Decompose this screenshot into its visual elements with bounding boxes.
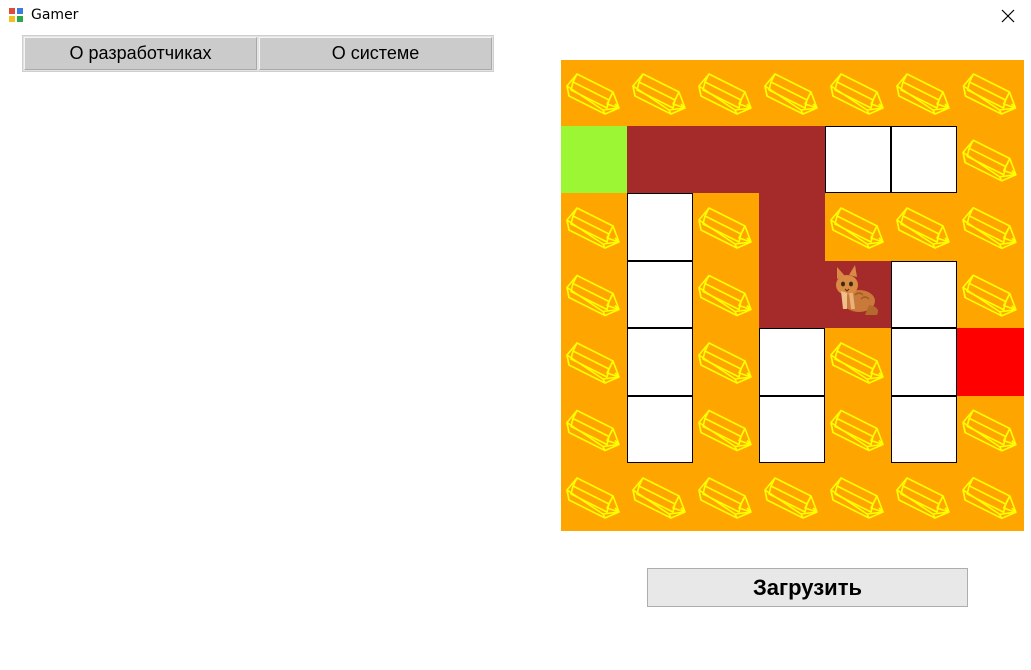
path-cell[interactable] [825,126,891,193]
wall-tile [957,261,1024,328]
wall-tile [693,261,759,328]
close-button[interactable] [985,0,1031,32]
pencil-icon [764,73,818,115]
pencil-icon [698,477,752,519]
path-cell[interactable] [891,396,957,463]
wall-tile [693,328,759,396]
visited-cell[interactable] [759,261,825,328]
pencil-icon [632,73,686,115]
path-cell[interactable] [627,396,693,463]
visited-cell[interactable] [759,193,825,261]
pencil-icon [698,274,752,317]
path-cell[interactable] [891,126,957,193]
pencil-icon [698,207,752,249]
wall-tile [957,463,1024,531]
path-cell[interactable] [891,261,957,328]
path-cell[interactable] [759,328,825,396]
path-cell[interactable] [627,193,693,261]
title-bar: Gamer [0,0,1031,32]
pencil-icon [698,342,752,384]
pencil-icon [962,139,1017,182]
pencil-icon [566,73,620,115]
pencil-icon [764,477,818,519]
path-cell[interactable] [891,328,957,396]
wall-tile [561,193,627,261]
wall-tile [693,463,759,531]
wall-tile [891,60,957,126]
wall-tile [627,463,693,531]
pencil-icon [962,73,1017,115]
wall-tile [561,463,627,531]
pencil-icon [962,274,1017,317]
window-title: Gamer [31,7,79,23]
wall-tile [825,328,891,396]
maze-board [561,60,1024,531]
pencil-icon [632,477,686,519]
wall-tile [957,396,1024,463]
wall-tile [693,60,759,126]
pencil-icon [962,206,1017,250]
wall-tile [693,396,759,463]
pencil-icon [566,409,620,452]
wall-tile [825,60,891,126]
pencil-icon [830,73,884,115]
pencil-icon [830,207,884,249]
pencil-icon [962,409,1017,452]
pencil-icon [698,73,752,115]
wall-tile [627,60,693,126]
pencil-icon [896,207,950,249]
app-icon [9,8,23,22]
wall-tile [825,463,891,531]
pencil-icon [698,409,752,452]
wall-tile [759,463,825,531]
finish-cell[interactable] [957,328,1024,396]
wall-tile [957,126,1024,193]
wall-tile [957,60,1024,126]
cat-icon [836,265,878,315]
wall-tile [561,328,627,396]
start-cell[interactable] [561,126,627,193]
path-cell[interactable] [627,328,693,396]
wall-tile [693,193,759,261]
wall-tile [891,463,957,531]
path-cell[interactable] [759,396,825,463]
path-cell[interactable] [627,261,693,328]
developers-button[interactable]: О разработчиках [24,37,257,70]
pencil-icon [896,477,950,519]
load-button[interactable]: Загрузить [647,568,968,607]
wall-tile [825,193,891,261]
pencil-icon [896,73,950,115]
pencil-icon [962,476,1017,520]
wall-tile [561,60,627,126]
pencil-icon [830,409,884,452]
player-cell[interactable] [825,261,891,328]
close-icon [1001,9,1015,23]
wall-tile [561,261,627,328]
wall-tile [759,60,825,126]
wall-tile [825,396,891,463]
pencil-icon [566,274,620,317]
visited-cell[interactable] [627,126,693,193]
pencil-icon [566,477,620,519]
visited-cell[interactable] [759,126,825,193]
wall-tile [957,193,1024,261]
pencil-icon [566,207,620,249]
wall-tile [891,193,957,261]
menu-bar: О разработчиках О системе [22,35,494,72]
visited-cell[interactable] [693,126,759,193]
pencil-icon [830,477,884,519]
pencil-icon [830,342,884,384]
system-button[interactable]: О системе [259,37,492,70]
pencil-icon [566,342,620,384]
wall-tile [561,396,627,463]
